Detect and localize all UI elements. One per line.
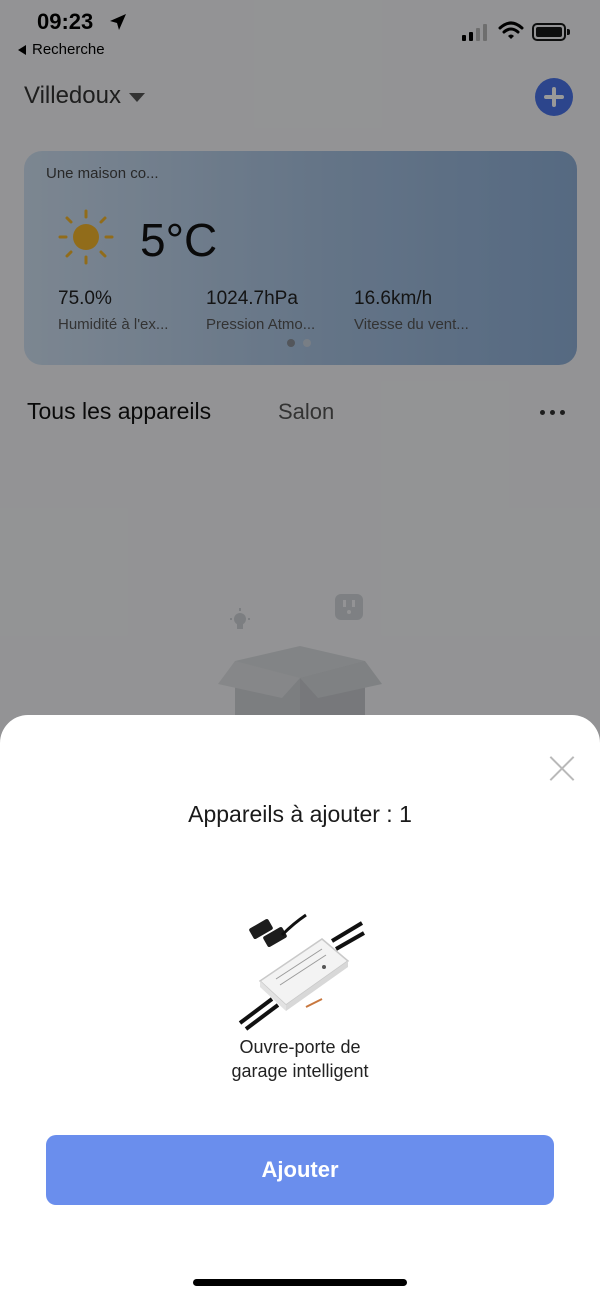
- garage-opener-device-image: [238, 913, 365, 1031]
- add-devices-sheet: Appareils à ajouter : 1 Ouvre-porte de g…: [0, 715, 600, 1299]
- close-icon[interactable]: [549, 755, 577, 783]
- home-screen: 09:23 Recherche Villedoux Une maison co.…: [0, 0, 600, 1299]
- add-button[interactable]: Ajouter: [46, 1135, 554, 1205]
- device-name: Ouvre-porte de garage intelligent: [150, 1035, 450, 1083]
- home-indicator: [193, 1279, 407, 1286]
- device-name-line1: Ouvre-porte de: [239, 1037, 361, 1057]
- device-name-line2: garage intelligent: [231, 1061, 369, 1081]
- sheet-title: Appareils à ajouter : 1: [188, 801, 412, 827]
